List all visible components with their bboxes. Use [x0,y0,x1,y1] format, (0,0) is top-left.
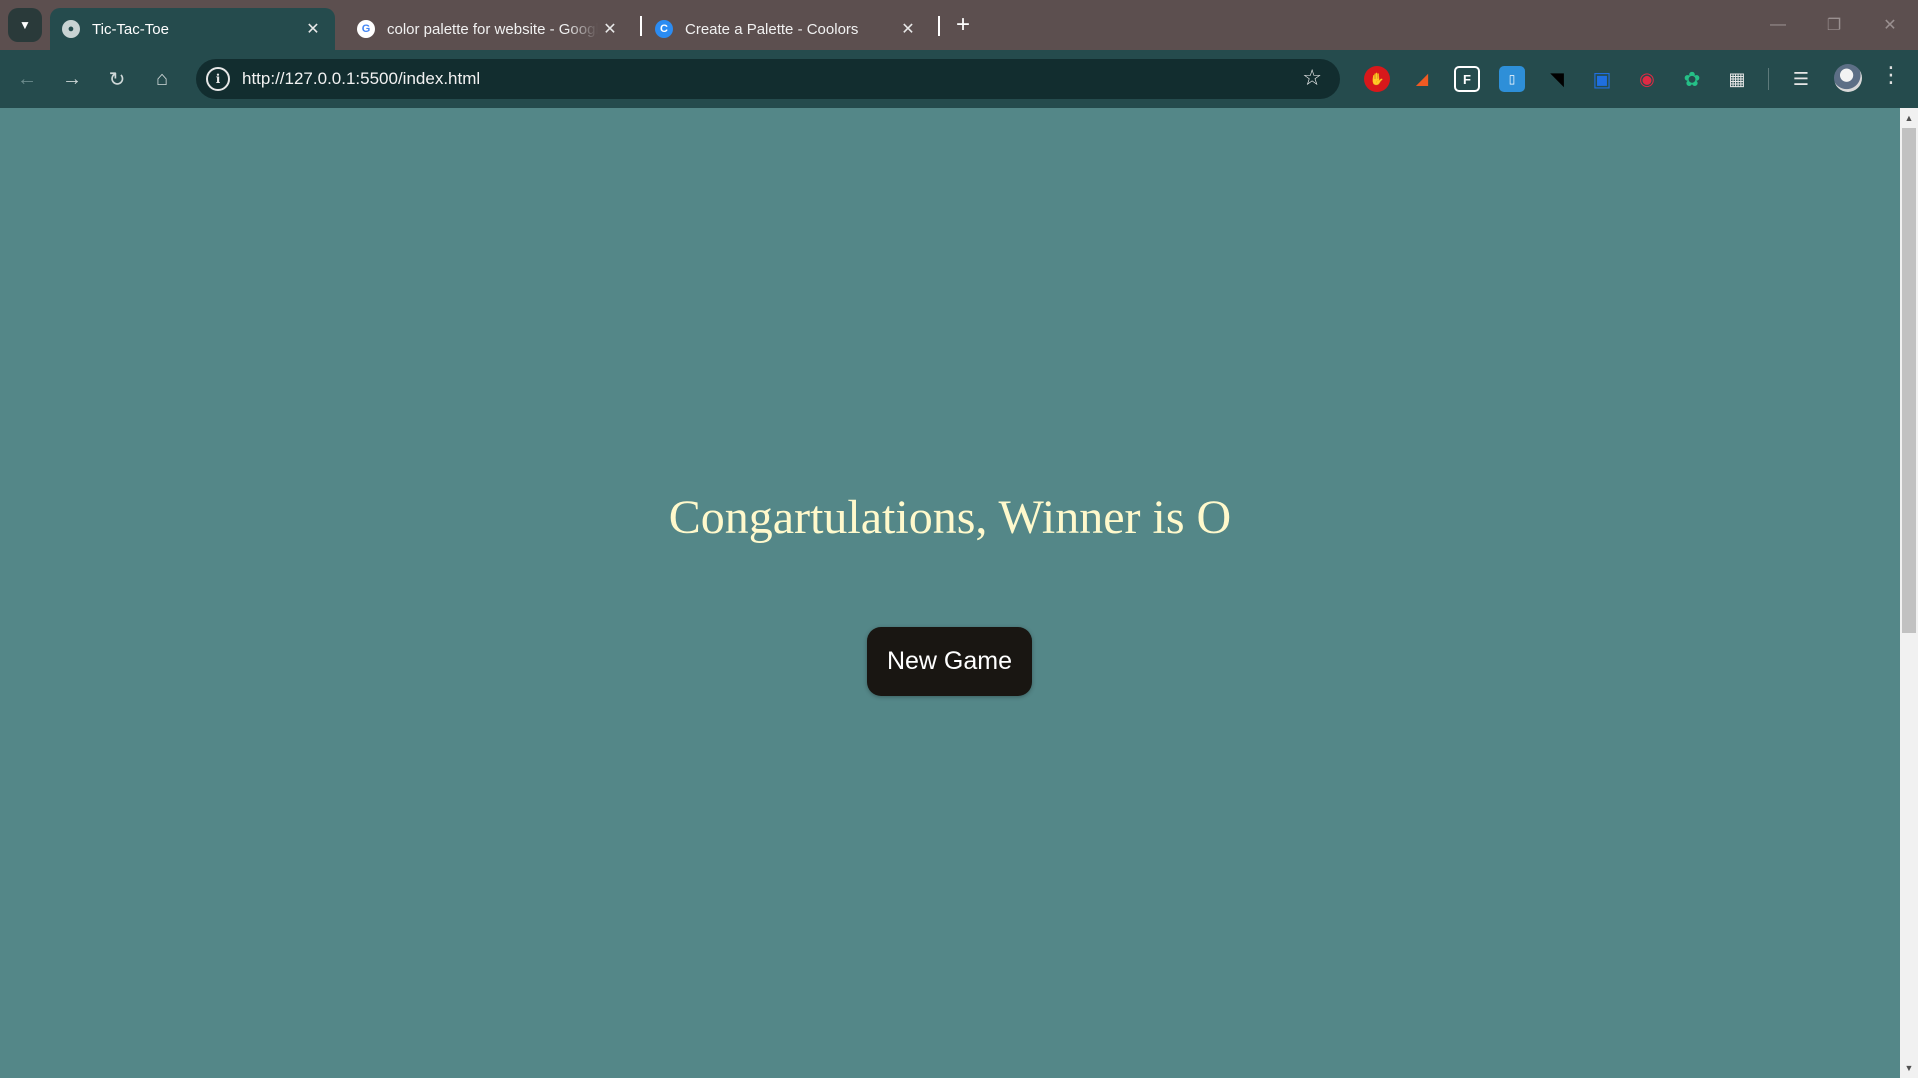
clipboard-icon[interactable]: ▯ [1499,66,1525,92]
minimize-button[interactable]: — [1750,0,1806,50]
globe-icon: ● [62,20,80,38]
tab-coolors[interactable]: C Create a Palette - Coolors ✕ [643,8,930,50]
reload-button[interactable]: ↻ [100,62,134,96]
winner-message: Congartulations, Winner is O [668,491,1232,544]
restore-button[interactable]: ❐ [1806,0,1862,50]
arrow-left-icon: ← [17,67,37,90]
reload-icon: ↻ [108,68,126,91]
close-icon[interactable]: ✕ [301,17,325,41]
bookmark-star-icon[interactable]: ☆ [1302,65,1322,91]
home-icon: ⌂ [155,67,169,90]
url-text[interactable]: http://127.0.0.1:5500/index.html [242,69,480,89]
tab-separator [938,16,940,36]
vertical-scrollbar[interactable]: ▲ ▼ [1900,108,1918,1078]
back-button[interactable]: ← [10,62,44,96]
media-queue-icon[interactable]: ☰ [1788,66,1814,92]
forward-button[interactable]: → [55,62,89,96]
restore-icon: ❐ [1826,17,1842,34]
toolbar-divider [1768,68,1769,90]
close-window-button[interactable]: ✕ [1862,0,1918,50]
puzzle-f-icon[interactable]: F [1454,66,1480,92]
browser-toolbar: ← → ↻ ⌂ i http://127.0.0.1:5500/index.ht… [0,50,1918,108]
new-tab-button[interactable]: + [948,10,978,40]
new-game-button[interactable]: New Game [867,627,1032,696]
tab-google-search[interactable]: G color palette for website - Google Sea… [345,8,632,50]
extensions-puzzle-icon[interactable]: ▦ [1724,66,1750,92]
tab-separator [640,16,642,36]
tab-title: color palette for website - Google Searc… [387,20,598,38]
office-icon[interactable]: ◢ [1409,66,1435,92]
scrollbar-thumb[interactable] [1902,128,1916,633]
site-info-icon[interactable]: i [206,67,230,91]
menu-kebab-icon[interactable]: ⋮ [1880,62,1902,88]
close-icon[interactable]: ✕ [598,17,622,41]
plus-icon: + [955,11,970,38]
home-button[interactable]: ⌂ [145,62,179,96]
close-icon[interactable]: ✕ [896,17,920,41]
tab-strip: ▼ ● Tic-Tac-Toe ✕ G color palette for we… [0,0,1918,50]
scroll-down-icon[interactable]: ▼ [1900,1060,1918,1076]
chevron-down-icon: ▼ [19,18,31,32]
adblock-hand-icon[interactable]: ✋ [1364,66,1390,92]
scroll-up-icon[interactable]: ▲ [1900,110,1918,126]
page-viewport: Congartulations, Winner is O New Game [0,108,1900,1078]
minimize-icon: — [1770,16,1786,33]
record-icon[interactable]: ◉ [1634,66,1660,92]
tab-title: Tic-Tac-Toe [92,20,169,38]
tab-title: Create a Palette - Coolors [685,20,859,38]
google-icon: G [357,20,375,38]
trello-icon[interactable]: ▣ [1589,66,1615,92]
tab-search-button[interactable]: ▼ [8,8,42,42]
browser-chrome: ▼ ● Tic-Tac-Toe ✕ G color palette for we… [0,0,1918,108]
coolors-icon: C [655,20,673,38]
chatgpt-icon[interactable]: ✿ [1679,66,1705,92]
avatar[interactable] [1834,64,1862,92]
tab-tic-tac-toe[interactable]: ● Tic-Tac-Toe ✕ [50,8,335,50]
address-bar[interactable]: i http://127.0.0.1:5500/index.html ☆ [196,59,1340,99]
shoe-icon[interactable]: ◥ [1544,66,1570,92]
close-icon: ✕ [1883,17,1897,34]
arrow-right-icon: → [62,67,82,90]
